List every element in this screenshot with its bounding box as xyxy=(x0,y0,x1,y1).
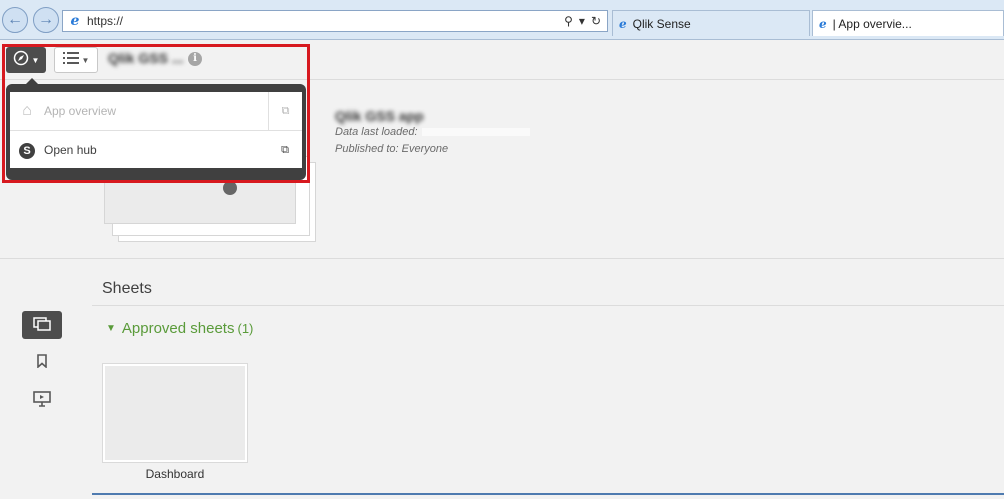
back-arrow-icon[interactable]: ← xyxy=(2,7,28,33)
refresh-icon[interactable]: ↻ xyxy=(591,14,601,28)
internet-explorer-icon: e xyxy=(70,13,80,29)
caret-down-icon: ▼ xyxy=(106,323,116,334)
open-in-new-tab-icon[interactable]: ⧉ xyxy=(268,131,302,169)
data-last-loaded-label: Data last loaded: xyxy=(335,126,418,138)
sheets-icon xyxy=(33,316,51,334)
redacted-value xyxy=(421,128,530,137)
browser-tab-qlik-sense[interactable]: e Qlik Sense xyxy=(612,10,810,36)
approved-sheets-label: Approved sheets xyxy=(121,320,235,337)
browser-tab-app-overview[interactable]: e | App overvie... xyxy=(812,10,1004,36)
sheets-view-button[interactable] xyxy=(22,311,62,339)
menu-item-open-hub[interactable]: S Open hub ⧉ xyxy=(10,130,302,168)
internet-explorer-icon: e xyxy=(819,16,827,31)
qlik-hub-icon: S xyxy=(19,142,35,159)
home-icon: ⌂ xyxy=(22,102,32,119)
app-title: Qlik GSS app xyxy=(335,108,424,124)
menu-item-label: App overview xyxy=(44,104,117,118)
global-menu-button[interactable]: ▼ xyxy=(54,47,98,73)
data-last-loaded: Data last loaded: xyxy=(335,126,530,138)
navigation-menu-list: ⌂ App overview ⧉ S Open hub ⧉ xyxy=(10,92,302,168)
navigation-popover: ⌂ App overview ⧉ S Open hub ⧉ xyxy=(6,78,306,180)
url-text[interactable]: https:// xyxy=(87,14,547,28)
forward-arrow-icon[interactable]: → xyxy=(33,7,59,33)
menu-item-label: Open hub xyxy=(44,142,97,157)
bookmark-icon xyxy=(37,353,47,371)
approved-sheets-toggle[interactable]: ▼ Approved sheets (1) xyxy=(106,320,253,337)
chevron-down-icon: ▼ xyxy=(31,55,40,65)
compass-icon xyxy=(13,50,29,71)
app-name: Qlik GSS ... xyxy=(108,50,184,66)
bookmarks-view-button[interactable] xyxy=(22,348,62,376)
menu-item-app-overview[interactable]: ⌂ App overview ⧉ xyxy=(10,92,302,130)
search-icon[interactable]: ⚲ xyxy=(564,14,573,28)
tab-label: | App overvie... xyxy=(832,16,912,31)
address-bar[interactable]: e https:// ⚲ ▾ ↻ xyxy=(62,10,608,32)
info-icon[interactable]: i xyxy=(188,52,202,66)
app-logo-dot xyxy=(223,181,237,195)
published-to: Published to: Everyone xyxy=(335,143,449,155)
list-icon xyxy=(62,51,79,70)
presentation-icon xyxy=(33,390,51,410)
approved-sheets-count: (1) xyxy=(237,321,254,336)
bottom-divider xyxy=(92,493,1004,495)
dropdown-icon[interactable]: ▾ xyxy=(579,14,585,28)
internet-explorer-icon: e xyxy=(619,16,627,31)
sheet-title[interactable]: Dashboard xyxy=(103,467,247,481)
divider xyxy=(92,305,1004,306)
browser-chrome: ← → e https:// ⚲ ▾ ↻ e Qlik Sense e | Ap… xyxy=(0,0,1004,40)
tab-label: Qlik Sense xyxy=(632,16,691,31)
sheet-thumbnail-dashboard[interactable] xyxy=(103,364,247,462)
chevron-down-icon: ▼ xyxy=(81,55,90,65)
navigation-menu-button[interactable]: ▼ xyxy=(6,47,46,73)
sheets-section-title: Sheets xyxy=(102,280,152,297)
stories-view-button[interactable] xyxy=(22,386,62,414)
open-in-new-tab-icon[interactable]: ⧉ xyxy=(268,92,302,130)
